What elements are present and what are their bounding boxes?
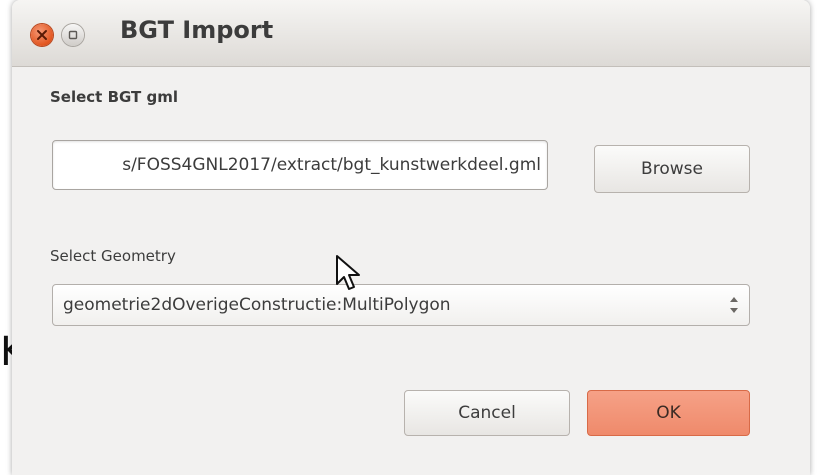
cancel-button[interactable]: Cancel bbox=[404, 390, 570, 436]
select-geometry-label: Select Geometry bbox=[50, 247, 176, 265]
close-icon bbox=[37, 30, 47, 40]
gml-path-value: s/FOSS4GNL2017/extract/bgt_kunstwerkdeel… bbox=[122, 155, 541, 175]
browse-button[interactable]: Browse bbox=[594, 145, 750, 193]
geometry-select-value: geometrie2dOverigeConstructie:MultiPolyg… bbox=[63, 295, 451, 315]
background-text-fragment: K bbox=[0, 322, 12, 382]
ok-button[interactable]: OK bbox=[587, 390, 750, 436]
close-button[interactable] bbox=[31, 24, 53, 46]
title-bar: BGT Import bbox=[12, 0, 810, 67]
mouse-pointer-icon bbox=[336, 255, 360, 290]
window-title: BGT Import bbox=[120, 16, 274, 44]
spin-arrows-icon bbox=[730, 297, 738, 313]
bgt-import-dialog: BGT Import Select BGT gml s/FOSS4GNL2017… bbox=[12, 0, 810, 475]
select-gml-label: Select BGT gml bbox=[50, 88, 179, 106]
geometry-select[interactable]: geometrie2dOverigeConstructie:MultiPolyg… bbox=[52, 284, 750, 326]
maximize-button[interactable] bbox=[62, 24, 84, 46]
maximize-icon bbox=[68, 30, 78, 40]
gml-path-input[interactable]: s/FOSS4GNL2017/extract/bgt_kunstwerkdeel… bbox=[52, 140, 548, 190]
